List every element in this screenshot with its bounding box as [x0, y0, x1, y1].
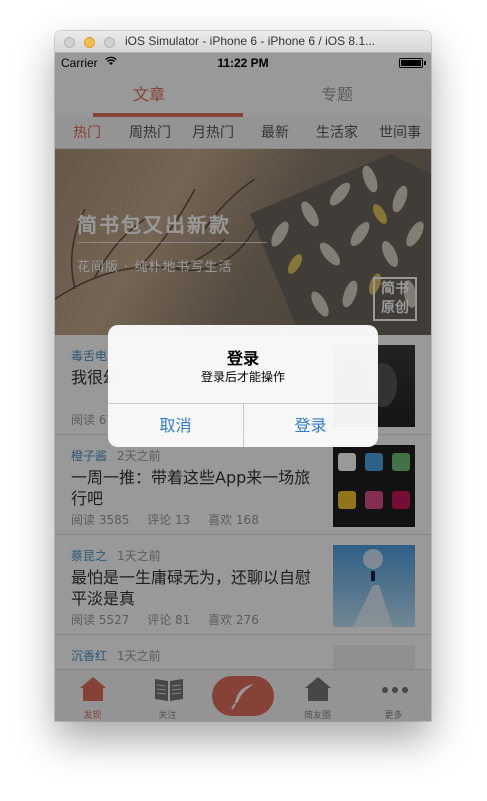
cancel-button[interactable]: 取消 [108, 404, 243, 447]
alert-title: 登录 [226, 349, 259, 368]
phone-screen: Carrier 11:22 PM 文章 专题 热门 周热门 月热门 最新 生活家… [55, 53, 431, 721]
alert-message: 登录后才能操作 [200, 370, 285, 384]
minimize-window-button[interactable] [84, 37, 95, 48]
window-titlebar: iOS Simulator - iPhone 6 - iPhone 6 / iO… [55, 31, 431, 53]
login-button[interactable]: 登录 [243, 404, 378, 447]
login-alert-dialog: 登录 登录后才能操作 取消 登录 [108, 325, 378, 447]
close-window-button[interactable] [64, 37, 75, 48]
simulator-window: iOS Simulator - iPhone 6 - iPhone 6 / iO… [55, 31, 431, 721]
zoom-window-button[interactable] [104, 37, 115, 48]
window-title: iOS Simulator - iPhone 6 - iPhone 6 / iO… [125, 34, 376, 48]
